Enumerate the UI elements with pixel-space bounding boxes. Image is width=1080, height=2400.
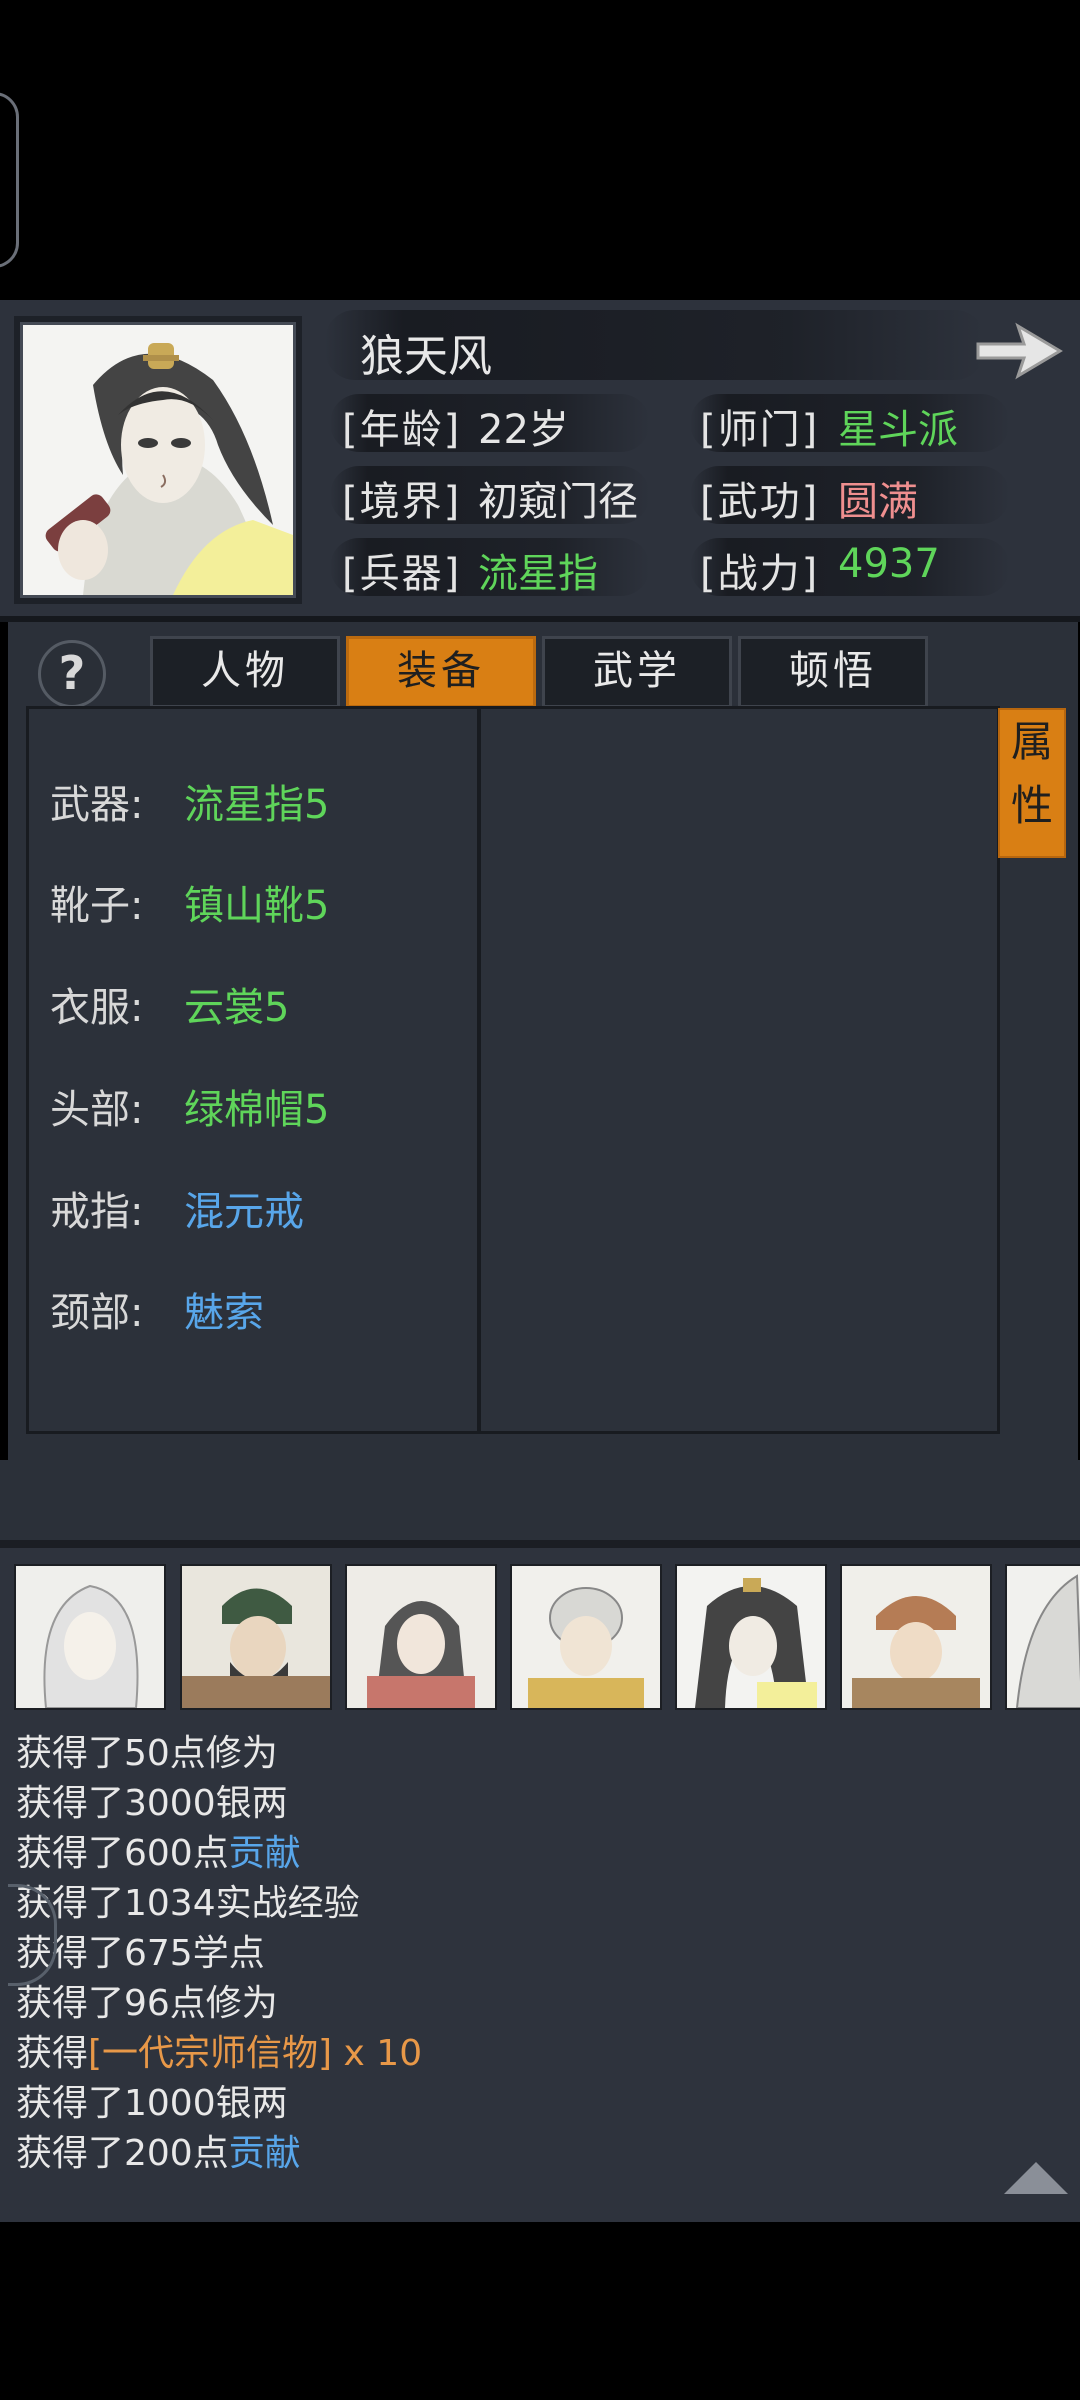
attributes-side-tab[interactable]: 属 性: [998, 708, 1066, 858]
slot-item-boots[interactable]: 镇山靴5: [184, 873, 329, 931]
stat-value-martial: 圆满: [838, 479, 918, 525]
stat-label-martial: [武功]: [700, 479, 820, 525]
character-thumb[interactable]: [345, 1564, 497, 1710]
character-thumb[interactable]: [510, 1564, 662, 1710]
slot-item-clothes[interactable]: 云裳5: [184, 975, 289, 1033]
log-line: 获得了200点贡献: [16, 2133, 301, 2174]
top-black-area: [0, 0, 1080, 300]
slot-item-weapon[interactable]: 流星指5: [184, 772, 329, 830]
stat-label-realm: [境界]: [342, 479, 462, 525]
slot-label-head: 头部:: [50, 1087, 144, 1133]
character-name: 狼天风: [360, 331, 492, 382]
arrow-right-icon[interactable]: [972, 318, 1064, 384]
section-separator: [0, 1540, 1080, 1548]
character-thumb[interactable]: [675, 1564, 827, 1710]
scroll-up-triangle-icon[interactable]: [1004, 2162, 1068, 2194]
log-line: 获得了50点修为: [16, 1733, 278, 1774]
log-line: 获得了1000银两: [16, 2083, 288, 2124]
tab-equipment[interactable]: 装备: [346, 636, 536, 708]
slot-label-ring: 戒指:: [50, 1189, 144, 1235]
side-drawer-handle[interactable]: [0, 92, 19, 268]
stat-value-power: 4937: [838, 541, 940, 587]
slot-label-neck: 颈部:: [50, 1290, 144, 1336]
character-portrait: [20, 322, 296, 598]
stat-value-weapon: 流星指: [478, 551, 598, 597]
attributes-tab-char2: 性: [1010, 781, 1053, 830]
log-line: 获得了3000银两: [16, 1783, 288, 1824]
log-line: 获得了1034实战经验: [16, 1883, 360, 1924]
stat-value-realm: 初窥门径: [478, 479, 638, 525]
tab-character[interactable]: 人物: [150, 636, 340, 708]
stat-label-weapon: [兵器]: [342, 551, 462, 597]
slot-label-clothes: 衣服:: [50, 985, 144, 1031]
equipment-detail-box: [478, 706, 1000, 1434]
slot-item-head[interactable]: 绿棉帽5: [184, 1077, 329, 1135]
stat-value-age: 22岁: [478, 407, 569, 453]
slot-label-weapon: 武器:: [50, 782, 144, 828]
log-line: 获得了96点修为: [16, 1983, 278, 2024]
character-thumb[interactable]: [840, 1564, 992, 1710]
help-button[interactable]: ?: [38, 640, 106, 708]
character-thumb[interactable]: [180, 1564, 332, 1710]
character-thumb[interactable]: [1005, 1564, 1080, 1710]
log-line: 获得了600点贡献: [16, 1833, 301, 1874]
slot-label-boots: 靴子:: [50, 883, 144, 929]
stat-label-age: [年龄]: [342, 407, 462, 453]
bottom-black-area: [0, 2222, 1080, 2400]
slot-item-ring[interactable]: 混元戒: [184, 1179, 304, 1237]
attributes-tab-char1: 属: [1010, 717, 1053, 766]
character-thumb[interactable]: [14, 1564, 166, 1710]
stat-value-sect: 星斗派: [838, 407, 958, 453]
log-line: 获得[一代宗师信物] x 10: [16, 2033, 423, 2074]
tab-martial-arts[interactable]: 武学: [542, 636, 732, 708]
stat-label-power: [战力]: [700, 551, 820, 597]
tab-enlightenment[interactable]: 顿悟: [738, 636, 928, 708]
stat-label-sect: [师门]: [700, 407, 820, 453]
profile-panel: 狼天风 [年龄] 22岁 [师门] 星斗派 [境界] 初窥门径 [武功] 圆满 …: [0, 300, 1080, 620]
slot-item-neck[interactable]: 魅索: [184, 1280, 264, 1338]
section-gap: [0, 1460, 1080, 1544]
